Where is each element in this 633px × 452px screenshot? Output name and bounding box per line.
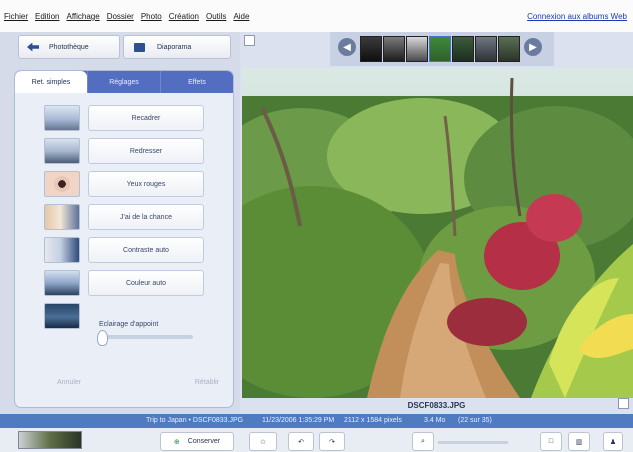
photo-filename: DSCF0833.JPG [407,401,466,410]
compare-view-icon: ▥ [575,438,583,446]
fill-light-thumbnail [44,303,80,329]
star-button[interactable]: ☆ [249,432,277,451]
next-photo-button[interactable]: ▶ [524,38,542,56]
fill-light-slider-thumb[interactable] [97,330,108,346]
slideshow-icon [134,42,145,52]
menu-bar: Fichier Edition Affichage Dossier Photo … [0,0,633,32]
menu-view[interactable]: Affichage [66,12,99,21]
rotate-left-button[interactable]: ↶ [288,432,314,451]
status-position: (22 sur 35) [458,417,492,424]
menu-file[interactable]: Fichier [4,12,28,21]
filmstrip-thumb[interactable] [475,36,497,62]
back-to-library-button[interactable]: Photothèque [18,35,120,59]
tool-row-lucky: J'ai de la chance [44,204,216,230]
tab-basic-fixes[interactable]: Ret. simples [15,71,87,93]
back-arrow-icon [27,42,39,52]
zoom-icon: ⌕ [421,437,425,445]
crop-button[interactable]: Recadrer [88,105,204,131]
photo-tray-thumbnail[interactable] [18,431,82,449]
tool-row-straighten: Redresser [44,138,216,164]
rotate-right-icon: ↷ [329,438,335,446]
tool-row-auto-contrast: Contraste auto [44,237,216,263]
main-photo[interactable] [242,68,633,398]
menu-items: Fichier Edition Affichage Dossier Photo … [4,12,249,21]
status-bar: Trip to Japan • DSCF0833.JPG 11/23/2006 … [0,414,633,428]
undo-button[interactable]: Annuler [57,379,81,393]
slideshow-label: Diaporama [157,43,192,51]
filmstrip: ◀ ▶ [330,32,554,66]
rotate-right-button[interactable]: ↷ [319,432,345,451]
photo-caption: DSCF0833.JPG [240,398,633,414]
filmstrip-thumb[interactable] [406,36,428,62]
keep-icon: ⊕ [173,438,180,446]
tool-row-crop: Recadrer [44,105,216,131]
filmstrip-thumb-selected[interactable] [429,36,451,62]
filmstrip-thumb[interactable] [498,36,520,62]
single-view-icon: □ [548,438,554,445]
menu-create[interactable]: Création [169,12,199,21]
tools-panel: Ret. simples Réglages Effets Recadrer Re… [14,70,234,408]
tool-row-auto-color: Couleur auto [44,270,216,296]
filmstrip-thumb[interactable] [452,36,474,62]
lucky-button[interactable]: J'ai de la chance [88,204,204,230]
crop-thumbnail [44,105,80,131]
menu-edit[interactable]: Edition [35,12,59,21]
slideshow-button[interactable]: Diaporama [123,35,231,59]
back-label: Photothèque [49,43,89,51]
edit-sidebar: Photothèque Diaporama Ret. simples Régla… [0,32,240,414]
redo-button[interactable]: Rétablir [195,379,219,393]
filmstrip-thumb[interactable] [383,36,405,62]
menu-photo[interactable]: Photo [141,12,162,21]
redeye-thumbnail [44,171,80,197]
status-dimensions: 2112 x 1584 pixels [344,417,402,424]
single-view-button[interactable]: □ [540,432,562,451]
redeye-button[interactable]: Yeux rouges [88,171,204,197]
status-size: 3.4 Mo [424,417,446,424]
caption-right-toggle[interactable] [618,398,629,409]
zoom-slider[interactable] [438,441,508,444]
menu-help[interactable]: Aide [233,12,249,21]
auto-color-button[interactable]: Couleur auto [88,270,204,296]
previous-photo-button[interactable]: ◀ [338,38,356,56]
previous-arrow-icon: ◀ [343,41,351,53]
fill-light-label: Eclairage d'appoint [99,321,159,328]
rotate-left-icon: ↶ [298,438,304,446]
keep-button[interactable]: ⊕ Conserver [160,432,234,451]
filmstrip-thumb[interactable] [360,36,382,62]
tool-tabs: Ret. simples Réglages Effets [15,71,233,93]
lucky-thumbnail [44,204,80,230]
auto-contrast-button[interactable]: Contraste auto [88,237,204,263]
tab-tuning[interactable]: Réglages [87,71,160,93]
compare-view-button[interactable]: ▥ [568,432,590,451]
status-album: Trip to Japan • DSCF0833.JPG [146,417,244,424]
auto-contrast-thumbnail [44,237,80,263]
tool-row-redeye: Yeux rouges [44,171,216,197]
garden-path-image [242,68,633,398]
straighten-thumbnail [44,138,80,164]
menu-tools[interactable]: Outils [206,12,226,21]
tab-effects[interactable]: Effets [160,71,233,93]
auto-color-thumbnail [44,270,80,296]
menu-folder[interactable]: Dossier [107,12,134,21]
next-arrow-icon: ▶ [529,41,537,53]
people-button[interactable]: ♟ [603,432,623,451]
fill-light-slider-track[interactable] [99,335,193,339]
star-icon: ☆ [259,438,267,446]
bottom-toolbar: ⊕ Conserver ☆ ↶ ↷ ⌕ □ ▥ ♟ [0,428,633,452]
keep-label: Conserver [187,438,221,445]
undo-redo-row: Annuler Rétablir [29,379,219,393]
zoom-button[interactable]: ⌕ [412,432,434,451]
straighten-button[interactable]: Redresser [88,138,204,164]
web-albums-link[interactable]: Connexion aux albums Web [527,12,627,21]
people-icon: ♟ [609,438,617,446]
caption-left-toggle[interactable] [244,35,255,46]
status-date: 11/23/2006 1:35:29 PM [262,417,335,424]
photo-viewer: ◀ ▶ DSCF0833.JPG [240,32,633,414]
